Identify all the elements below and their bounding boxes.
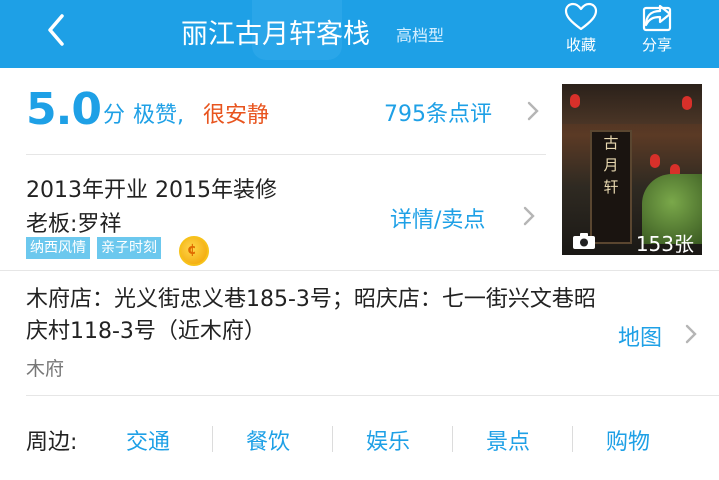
divider xyxy=(26,395,719,396)
sign-char: 月 xyxy=(603,156,619,174)
lantern xyxy=(682,96,692,110)
photo-count: 153张 xyxy=(635,232,694,255)
nearby-traffic[interactable]: 交通 xyxy=(126,424,170,456)
map-link[interactable]: 地图 xyxy=(618,320,662,352)
heart-icon xyxy=(564,2,598,31)
share-icon xyxy=(642,4,672,32)
separator xyxy=(212,426,213,452)
favorite-label: 收藏 xyxy=(565,36,596,54)
photo-sign: 古 月 轩 xyxy=(590,130,632,244)
reviews-link[interactable]: 795条点评 xyxy=(384,96,492,128)
rating-unit: 分 xyxy=(103,103,126,128)
divider xyxy=(0,270,719,271)
nearby-entertainment[interactable]: 娱乐 xyxy=(366,424,410,456)
hotel-photo[interactable]: 古 月 轩 153张 xyxy=(562,84,702,255)
photo-eave xyxy=(562,84,702,124)
share-label: 分享 xyxy=(641,36,672,54)
chevron-right-icon xyxy=(685,324,697,344)
owner-text: 老板:罗祥 xyxy=(26,212,122,237)
favorite-button[interactable]: 收藏 xyxy=(556,2,606,55)
share-button[interactable]: 分享 xyxy=(632,2,682,55)
coin-badge-icon: ¢ xyxy=(179,236,209,266)
sign-char: 轩 xyxy=(603,178,619,196)
rating-summary: 极赞, xyxy=(133,103,184,128)
lantern xyxy=(650,154,660,168)
nearby-dining[interactable]: 餐饮 xyxy=(246,424,290,456)
nearby-attractions[interactable]: 景点 xyxy=(486,424,530,456)
tag-naxi: 纳西风情 xyxy=(26,237,90,259)
rating-score: 5.0 xyxy=(26,84,102,135)
camera-icon xyxy=(573,233,595,249)
chevron-left-icon xyxy=(48,14,64,46)
nearby-shopping[interactable]: 购物 xyxy=(606,424,650,456)
lantern xyxy=(570,94,580,108)
separator xyxy=(572,426,573,452)
page-title: 丽江古月轩客栈 xyxy=(181,19,370,50)
separator xyxy=(332,426,333,452)
chevron-right-icon xyxy=(523,206,535,226)
chevron-right-icon xyxy=(527,101,539,121)
rating-highlight: 很安静 xyxy=(203,103,270,128)
tag-family: 亲子时刻 xyxy=(97,237,161,259)
sign-char: 古 xyxy=(603,134,619,152)
nearby-label: 周边: xyxy=(26,430,78,455)
details-link[interactable]: 详情/卖点 xyxy=(390,202,485,234)
area-text: 木府 xyxy=(26,358,65,380)
open-renovate-text: 2013年开业 2015年装修 xyxy=(26,178,277,203)
separator xyxy=(452,426,453,452)
back-button[interactable] xyxy=(38,10,78,50)
divider xyxy=(26,154,546,155)
top-bar: 丽江古月轩客栈 高档型 收藏 分享 xyxy=(0,0,719,68)
hotel-grade: 高档型 xyxy=(396,26,445,45)
address-text: 木府店：光义街忠义巷185-3号；昭庆店：七一街兴文巷昭庆村118-3号（近木府… xyxy=(26,287,596,344)
